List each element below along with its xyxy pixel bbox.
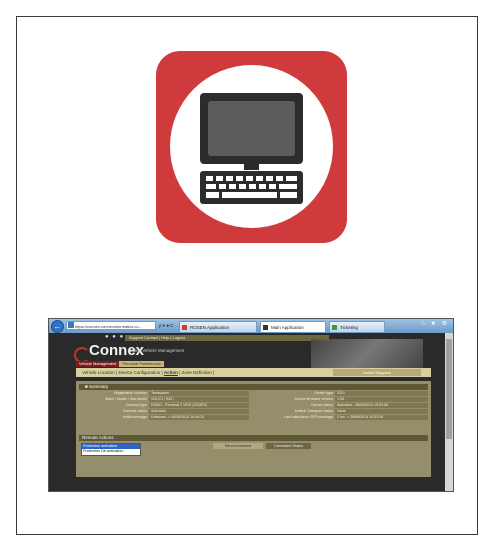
field-label: Device type (314, 391, 333, 395)
browser-tab-bar: ← https://connex.connexinformatics.co...… (49, 319, 453, 333)
back-button[interactable]: ← (51, 320, 64, 333)
field-label: Device firmware version (294, 397, 333, 401)
tab-favicon (332, 325, 337, 330)
tab-ticketing[interactable]: Ticketing (329, 321, 385, 332)
summary-panel: ■ Summary Registration Number Testsystem… (76, 381, 431, 477)
site-icon (68, 322, 74, 328)
address-controls[interactable]: ρ ▾ ● C (159, 321, 174, 330)
summary-header[interactable]: ■ Summary (79, 384, 428, 390)
tab-rosen[interactable]: ROSEN Application (179, 321, 257, 332)
address-bar[interactable]: https://connex.connexinformatics.co... (66, 321, 156, 330)
browser-toolbar-icons[interactable]: ⌂ ★ ⚙ (421, 320, 449, 327)
option-protection-deactivation[interactable]: Protection De-activation (82, 449, 140, 454)
tab-main-application[interactable]: Main Application (260, 321, 326, 332)
top-menu[interactable]: Support Contact | Help | Logout (125, 335, 329, 341)
collapse-icon[interactable]: ■ (85, 384, 88, 389)
subnav-vehicle-location[interactable]: Vehicle Location (82, 370, 115, 375)
field-label: Registration Number (114, 391, 147, 395)
tab-label: ROSEN Application (190, 325, 230, 330)
field-value: Activated - 28/06/2014 15:53:06 (335, 403, 428, 408)
summary-body: Registration Number Testsystem Make / Mo… (79, 391, 428, 431)
tab-label: Main Application (271, 325, 304, 330)
field-value: VOLVO / 940 / (149, 397, 249, 402)
tab-personal-preferences[interactable]: Personal Preferences (119, 361, 164, 367)
field-value: Testsystem (149, 391, 249, 396)
field-value: 2221 (335, 391, 428, 396)
main-nav: Vehicle Management Personal Preferences (76, 361, 164, 367)
tab-vehicle-management[interactable]: Vehicle Management (76, 361, 120, 367)
subnav-action[interactable]: Action (164, 370, 178, 375)
field-value: None (335, 409, 428, 414)
command-status-label: Command Status (266, 443, 311, 449)
send-command-button[interactable]: Send command (213, 443, 263, 449)
header-car-image (311, 339, 423, 369)
field-label: Default Transport status (294, 409, 333, 413)
field-label: Device status (311, 403, 333, 407)
laptop-icon (200, 93, 303, 204)
field-value: 0 km -> 28/06/2014 10:33:34 (335, 415, 428, 420)
vertical-scrollbar[interactable] (445, 333, 453, 491)
region-label: United Kingdom (333, 369, 421, 376)
field-label: Contract status (122, 409, 147, 413)
field-value: Unknown -> 04/06/2014 14:40:23 (149, 415, 249, 420)
tab-label: Ticketing (340, 325, 358, 330)
field-value: 1.06 (335, 397, 428, 402)
tab-favicon (263, 325, 268, 330)
logo-subtitle: Online Vehicle Management (128, 348, 185, 353)
subnav-zone-definition[interactable]: Zone Definition (182, 370, 212, 375)
summary-title: Summary (88, 384, 109, 389)
field-label: Make / Model / Sub Model (105, 397, 147, 401)
field-label: Last calculation GPS message (284, 415, 333, 419)
subnav-device-configuration[interactable]: Device Configuration (118, 370, 160, 375)
application-screenshot: ← https://connex.connexinformatics.co...… (48, 318, 454, 492)
field-value: Activated (149, 409, 249, 414)
dots-decoration: ● ● ● (105, 334, 125, 340)
scrollbar-thumb[interactable] (446, 339, 452, 439)
remote-actions-header: Remote Actions (79, 435, 428, 441)
remote-action-select[interactable]: Protection activation Protection De-acti… (81, 443, 141, 456)
field-label: Contract type (125, 403, 147, 407)
app-icon-tile (156, 51, 347, 243)
field-label: Initial message (123, 415, 147, 419)
tab-favicon (182, 325, 187, 330)
page-content: ● ● ● Support Contact | Help | Logout Co… (49, 333, 447, 491)
field-value: DEMO - Personal 3 VEIS (2016P2) (149, 403, 249, 408)
